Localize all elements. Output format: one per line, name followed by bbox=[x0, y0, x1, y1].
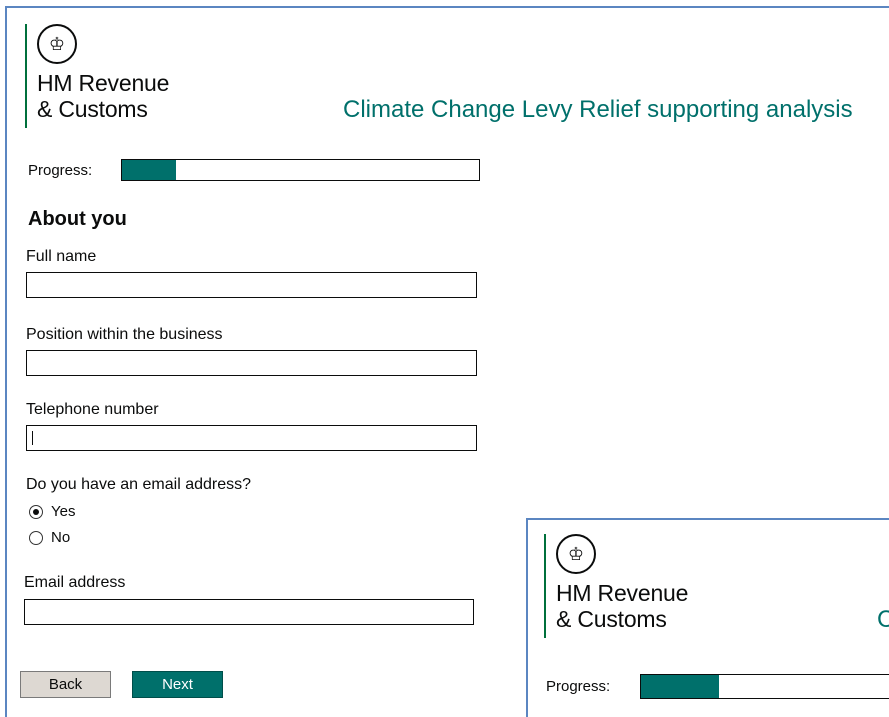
radio-no-label: No bbox=[51, 529, 71, 546]
telephone-input[interactable] bbox=[26, 425, 477, 451]
progress-section: Progress: bbox=[28, 159, 480, 181]
full-name-label: Full name bbox=[26, 248, 97, 265]
email-option-no[interactable]: No bbox=[29, 529, 70, 546]
progress-fill-overlay bbox=[641, 675, 719, 698]
email-option-yes[interactable]: Yes bbox=[29, 503, 75, 520]
hmrc-logo: ♔ HM Revenue & Customs bbox=[25, 24, 169, 128]
position-label: Position within the business bbox=[26, 326, 223, 343]
text-caret bbox=[32, 431, 33, 445]
back-button[interactable]: Back bbox=[20, 671, 111, 698]
service-title-overlay: C bbox=[877, 606, 889, 634]
progress-bar bbox=[121, 159, 480, 181]
crown-crest-icon: ♔ bbox=[556, 534, 596, 574]
overlay-window: ♔ HM Revenue & Customs C Progress: bbox=[526, 518, 889, 717]
radio-no[interactable] bbox=[29, 530, 43, 545]
progress-bar-overlay bbox=[640, 674, 889, 699]
next-button[interactable]: Next bbox=[132, 671, 223, 698]
telephone-label: Telephone number bbox=[26, 401, 159, 418]
hmrc-logo-overlay: ♔ HM Revenue & Customs bbox=[544, 534, 688, 638]
email-question-label: Do you have an email address? bbox=[26, 476, 252, 493]
brand-line-2: & Customs bbox=[37, 96, 148, 122]
progress-label: Progress: bbox=[28, 161, 93, 179]
email-input[interactable] bbox=[24, 599, 474, 625]
progress-label-overlay: Progress: bbox=[546, 678, 611, 695]
brand-line-2-overlay: & Customs bbox=[556, 606, 667, 632]
radio-yes-label: Yes bbox=[51, 503, 76, 520]
page-heading: About you bbox=[28, 208, 127, 230]
full-name-input[interactable] bbox=[26, 272, 477, 298]
crown-crest-icon: ♔ bbox=[37, 24, 77, 64]
service-title: Climate Change Levy Relief supporting an… bbox=[343, 96, 853, 123]
email-label: Email address bbox=[24, 574, 126, 591]
radio-yes[interactable] bbox=[29, 504, 43, 519]
position-input[interactable] bbox=[26, 350, 477, 376]
progress-fill bbox=[122, 160, 176, 180]
brand-line-1: HM Revenue bbox=[37, 70, 170, 96]
progress-section-overlay: Progress: bbox=[546, 674, 889, 699]
brand-line-1-overlay: HM Revenue bbox=[556, 580, 689, 606]
